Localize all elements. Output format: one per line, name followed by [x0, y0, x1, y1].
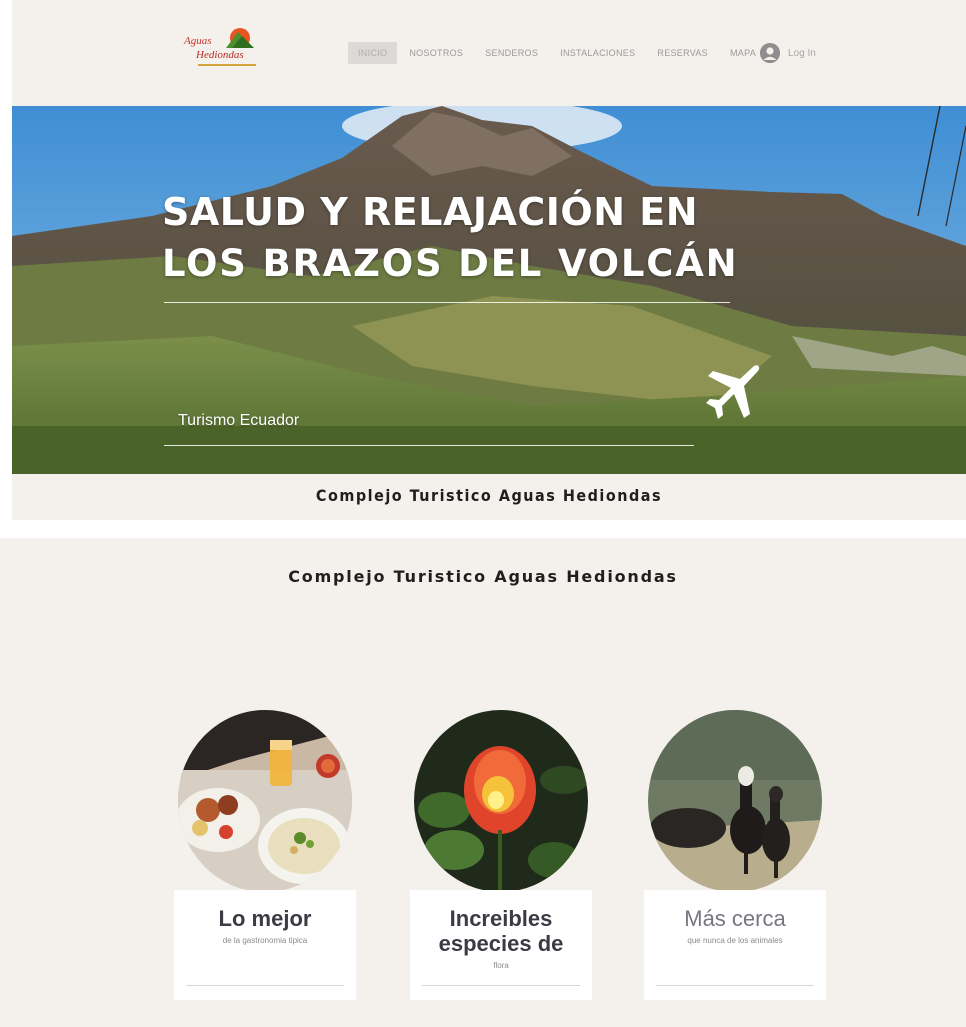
airplane-icon: [706, 362, 762, 422]
card-divider: [656, 985, 814, 986]
top-screenshot: Aguas Hediondas INICIO NOSOTROS SENDEROS…: [12, 0, 966, 520]
card-heading: Lo mejor: [218, 906, 312, 931]
nav-item-instalaciones[interactable]: INSTALACIONES: [550, 42, 645, 64]
login-label: Log In: [788, 47, 816, 59]
bottom-screenshot: Complejo Turistico Aguas Hediondas Lo me…: [0, 538, 966, 1027]
hero-banner: SALUD Y RELAJACIÓN EN LOS BRAZOS DEL VOL…: [12, 106, 966, 474]
hero-title-line2: LOS BRAZOS DEL VOLCÁN: [162, 242, 739, 285]
card-gastronomia[interactable]: Lo mejor de la gastronomia tipica: [174, 710, 356, 1000]
nav-item-inicio[interactable]: INICIO: [348, 42, 398, 64]
volcano-landscape-image: [12, 106, 966, 474]
llamas-photo: [648, 710, 822, 892]
card-animales[interactable]: Más cerca que nunca de los animales: [644, 710, 826, 1000]
flower-photo: [414, 710, 588, 892]
card-heading: Más cerca: [684, 906, 786, 931]
card-flora[interactable]: Increibles especies de flora: [410, 710, 592, 1000]
hero-title-line1: SALUD Y RELAJACIÓN EN: [162, 190, 699, 234]
card-text-box: Increibles especies de flora: [410, 890, 592, 1000]
user-avatar-icon: [760, 43, 780, 63]
nav-item-nosotros[interactable]: NOSOTROS: [399, 42, 473, 64]
hero-subtitle: Turismo Ecuador: [178, 412, 300, 429]
site-logo[interactable]: Aguas Hediondas: [182, 24, 268, 74]
card-text-box: Más cerca que nunca de los animales: [644, 890, 826, 1000]
nav-item-senderos[interactable]: SENDEROS: [475, 42, 548, 64]
card-heading-line1: Increibles: [449, 906, 553, 931]
hero-divider-bottom: [164, 445, 694, 446]
food-photo: [178, 710, 352, 892]
svg-text:Hediondas: Hediondas: [195, 49, 244, 61]
hero-title: SALUD Y RELAJACIÓN EN LOS BRAZOS DEL VOL…: [162, 186, 738, 290]
card-subtext: de la gastronomia tipica: [222, 936, 308, 945]
nav-item-reservas[interactable]: RESERVAS: [647, 42, 718, 64]
strip-title: Complejo Turistico Aguas Hediondas: [315, 486, 663, 505]
card-heading-line2: especies de: [438, 931, 564, 956]
section-title: Complejo Turistico Aguas Hediondas: [288, 567, 678, 587]
login-button[interactable]: Log In: [760, 40, 816, 66]
card-text-box: Lo mejor de la gastronomia tipica: [174, 890, 356, 1000]
main-nav: INICIO NOSOTROS SENDEROS INSTALACIONES R…: [348, 40, 768, 66]
hero-divider-top: [164, 302, 730, 303]
site-header: Aguas Hediondas INICIO NOSOTROS SENDEROS…: [12, 0, 966, 106]
card-subtext: que nunca de los animales: [687, 936, 783, 945]
card-heading: Increibles especies de: [410, 890, 592, 956]
svg-text:Aguas: Aguas: [183, 35, 212, 47]
card-subtext: flora: [493, 961, 509, 970]
card-divider: [186, 985, 344, 986]
card-divider: [422, 985, 580, 986]
